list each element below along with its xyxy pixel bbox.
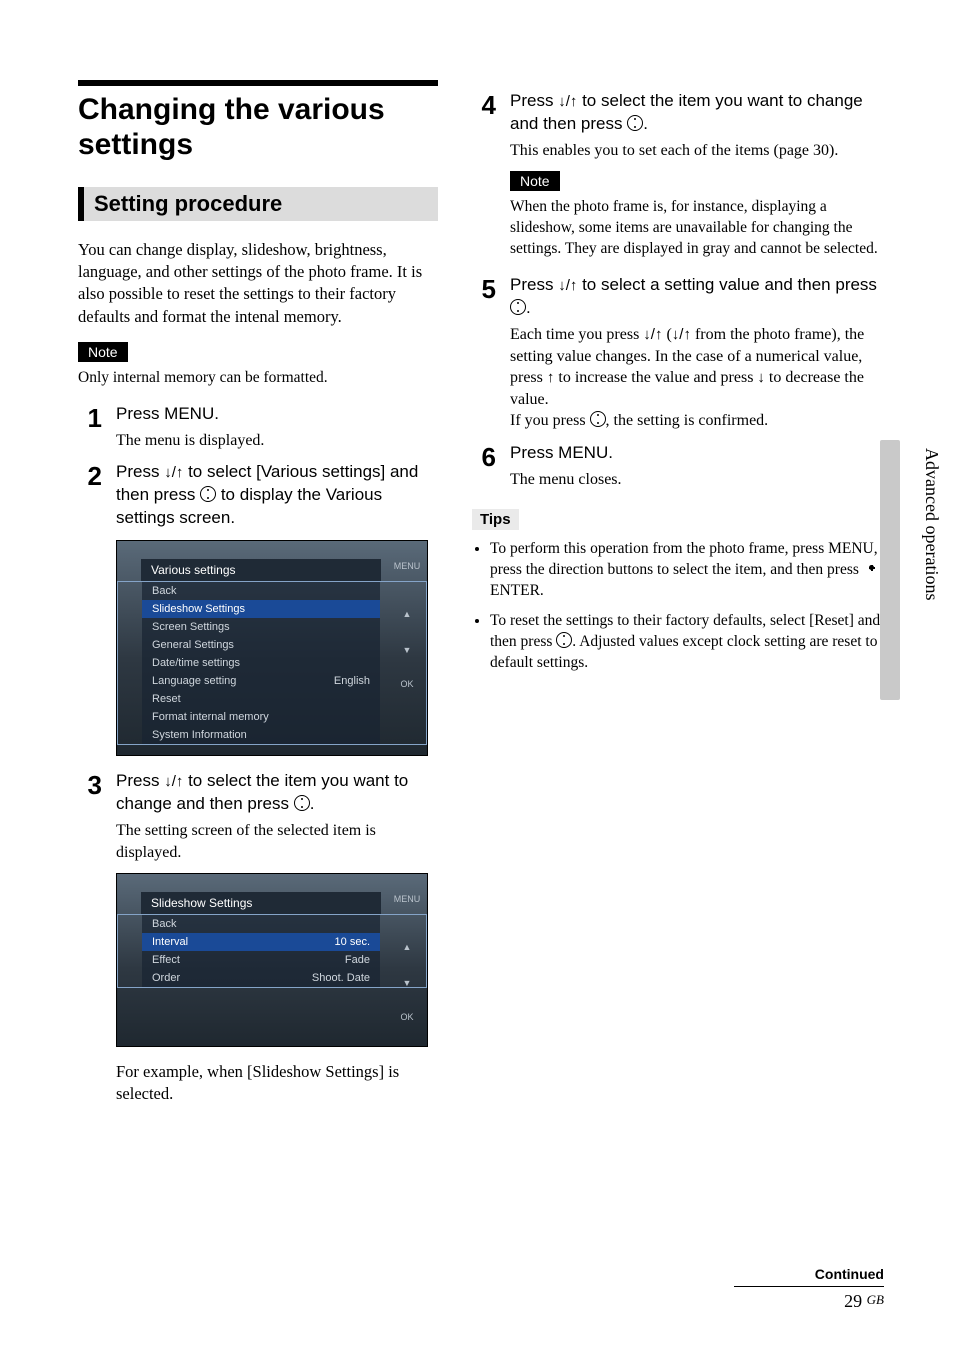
page-footer: Continued 29 GB: [734, 1266, 884, 1312]
enter-icon: [294, 795, 310, 811]
step-number: 2: [78, 461, 102, 530]
down-up-arrows-icon: ↓/↑: [643, 326, 662, 343]
step-desc: Each time you press ↓/↑ (↓/↑ from the ph…: [510, 324, 884, 432]
tips-label: Tips: [472, 509, 519, 530]
up-arrow-icon: ↑: [547, 369, 555, 386]
up-triangle-icon: ▲: [393, 609, 421, 619]
enter-icon: [590, 411, 606, 427]
ss2-value: Shoot. Date: [312, 972, 370, 984]
section-tab-label: Advanced operations: [921, 448, 942, 600]
ss1-item: Screen Settings: [142, 618, 380, 636]
ss2-value: 10 sec.: [335, 936, 370, 948]
down-triangle-icon: ▼: [393, 645, 421, 655]
down-up-arrows-icon: ↓/↑: [672, 326, 691, 343]
ss-side-ok: OK: [393, 679, 421, 689]
step-lead: Press MENU.: [510, 442, 884, 465]
ss2-row: Order Shoot. Date: [142, 969, 380, 987]
ss1-item: Format internal memory: [142, 708, 380, 726]
ss1-title: Various settings: [141, 559, 381, 581]
step-lead: Press MENU.: [116, 403, 438, 426]
ss1-item: System Information: [142, 726, 380, 744]
enter-plus-icon: [864, 560, 880, 576]
step-number: 4: [472, 90, 496, 161]
ss1-item: Reset: [142, 690, 380, 708]
tips-list: To perform this operation from the photo…: [472, 538, 884, 674]
step-4: 4 Press ↓/↑ to select the item you want …: [472, 90, 884, 161]
step3-caption: For example, when [Slideshow Settings] i…: [116, 1061, 438, 1106]
step-lead: Press ↓/↑ to select the item you want to…: [510, 90, 884, 136]
ss2-row: Interval 10 sec.: [142, 933, 380, 951]
ss1-item: General Settings: [142, 636, 380, 654]
step-number: 6: [472, 442, 496, 491]
ss1-item-value: English: [334, 675, 370, 687]
ss2-label: Effect: [152, 954, 180, 966]
down-arrow-icon: ↓: [757, 369, 765, 386]
step-number: 1: [78, 403, 102, 452]
ss1-item: Back: [142, 582, 380, 600]
step-desc: The menu is displayed.: [116, 430, 438, 452]
ss-side-menu: MENU: [393, 561, 421, 571]
enter-icon: [627, 115, 643, 131]
ss-side-menu: MENU: [393, 894, 421, 904]
continued-label: Continued: [734, 1266, 884, 1282]
ss2-value: Fade: [345, 954, 370, 966]
page-region: GB: [867, 1292, 884, 1307]
tip-item: To perform this operation from the photo…: [490, 538, 884, 602]
enter-icon: [510, 299, 526, 315]
enter-icon: [556, 632, 572, 648]
step-number: 3: [78, 770, 102, 863]
note-text-right: When the photo frame is, for instance, d…: [510, 197, 884, 260]
up-triangle-icon: ▲: [393, 942, 421, 952]
step-lead: Press ↓/↑ to select [Various settings] a…: [116, 461, 438, 530]
step-lead: Press ↓/↑ to select a setting value and …: [510, 274, 884, 320]
down-up-arrows-icon: ↓/↑: [164, 773, 183, 790]
note-label-right: Note: [510, 171, 560, 191]
down-up-arrows-icon: ↓/↑: [558, 93, 577, 110]
down-up-arrows-icon: ↓/↑: [164, 464, 183, 481]
page-number-value: 29: [844, 1291, 862, 1311]
down-triangle-icon: ▼: [393, 978, 421, 988]
intro-paragraph: You can change display, slideshow, brigh…: [78, 239, 438, 328]
tip-item: To reset the settings to their factory d…: [490, 610, 884, 674]
step-lead: Press ↓/↑ to select the item you want to…: [116, 770, 438, 816]
title-block: Changing the various settings: [78, 80, 438, 163]
ss2-title: Slideshow Settings: [141, 892, 381, 914]
step-5: 5 Press ↓/↑ to select a setting value an…: [472, 274, 884, 432]
ss2-row: Effect Fade: [142, 951, 380, 969]
step-desc: The setting screen of the selected item …: [116, 820, 438, 863]
ss1-item: Date/time settings: [142, 654, 380, 672]
ss2-row: Back: [142, 915, 380, 933]
step-desc: The menu closes.: [510, 469, 884, 491]
step-number: 5: [472, 274, 496, 432]
step-6: 6 Press MENU. The menu closes.: [472, 442, 884, 491]
ss1-item-selected: Slideshow Settings: [142, 600, 380, 618]
ss1-item-label: Language setting: [152, 675, 236, 687]
step-desc: This enables you to set each of the item…: [510, 140, 884, 162]
note-label-left: Note: [78, 342, 128, 362]
ss1-item: Language setting English: [142, 672, 380, 690]
enter-icon: [200, 486, 216, 502]
step-3: 3 Press ↓/↑ to select the item you want …: [78, 770, 438, 863]
note-text-left: Only internal memory can be formatted.: [78, 368, 438, 389]
footer-rule: [734, 1286, 884, 1287]
section-heading: Setting procedure: [78, 187, 438, 221]
page-title: Changing the various settings: [78, 92, 438, 163]
ss-side-ok: OK: [393, 1012, 421, 1022]
ss2-label: Interval: [152, 936, 188, 948]
page-number: 29 GB: [734, 1291, 884, 1312]
section-tab: [880, 440, 900, 700]
slideshow-settings-screenshot: Slideshow Settings Back Interval10 sec. …: [116, 873, 428, 1047]
down-up-arrows-icon: ↓/↑: [558, 277, 577, 294]
step-2: 2 Press ↓/↑ to select [Various settings]…: [78, 461, 438, 530]
step-1: 1 Press MENU. The menu is displayed.: [78, 403, 438, 452]
various-settings-screenshot: Various settings Back Slideshow Settings…: [116, 540, 428, 756]
ss2-label: Order: [152, 972, 180, 984]
